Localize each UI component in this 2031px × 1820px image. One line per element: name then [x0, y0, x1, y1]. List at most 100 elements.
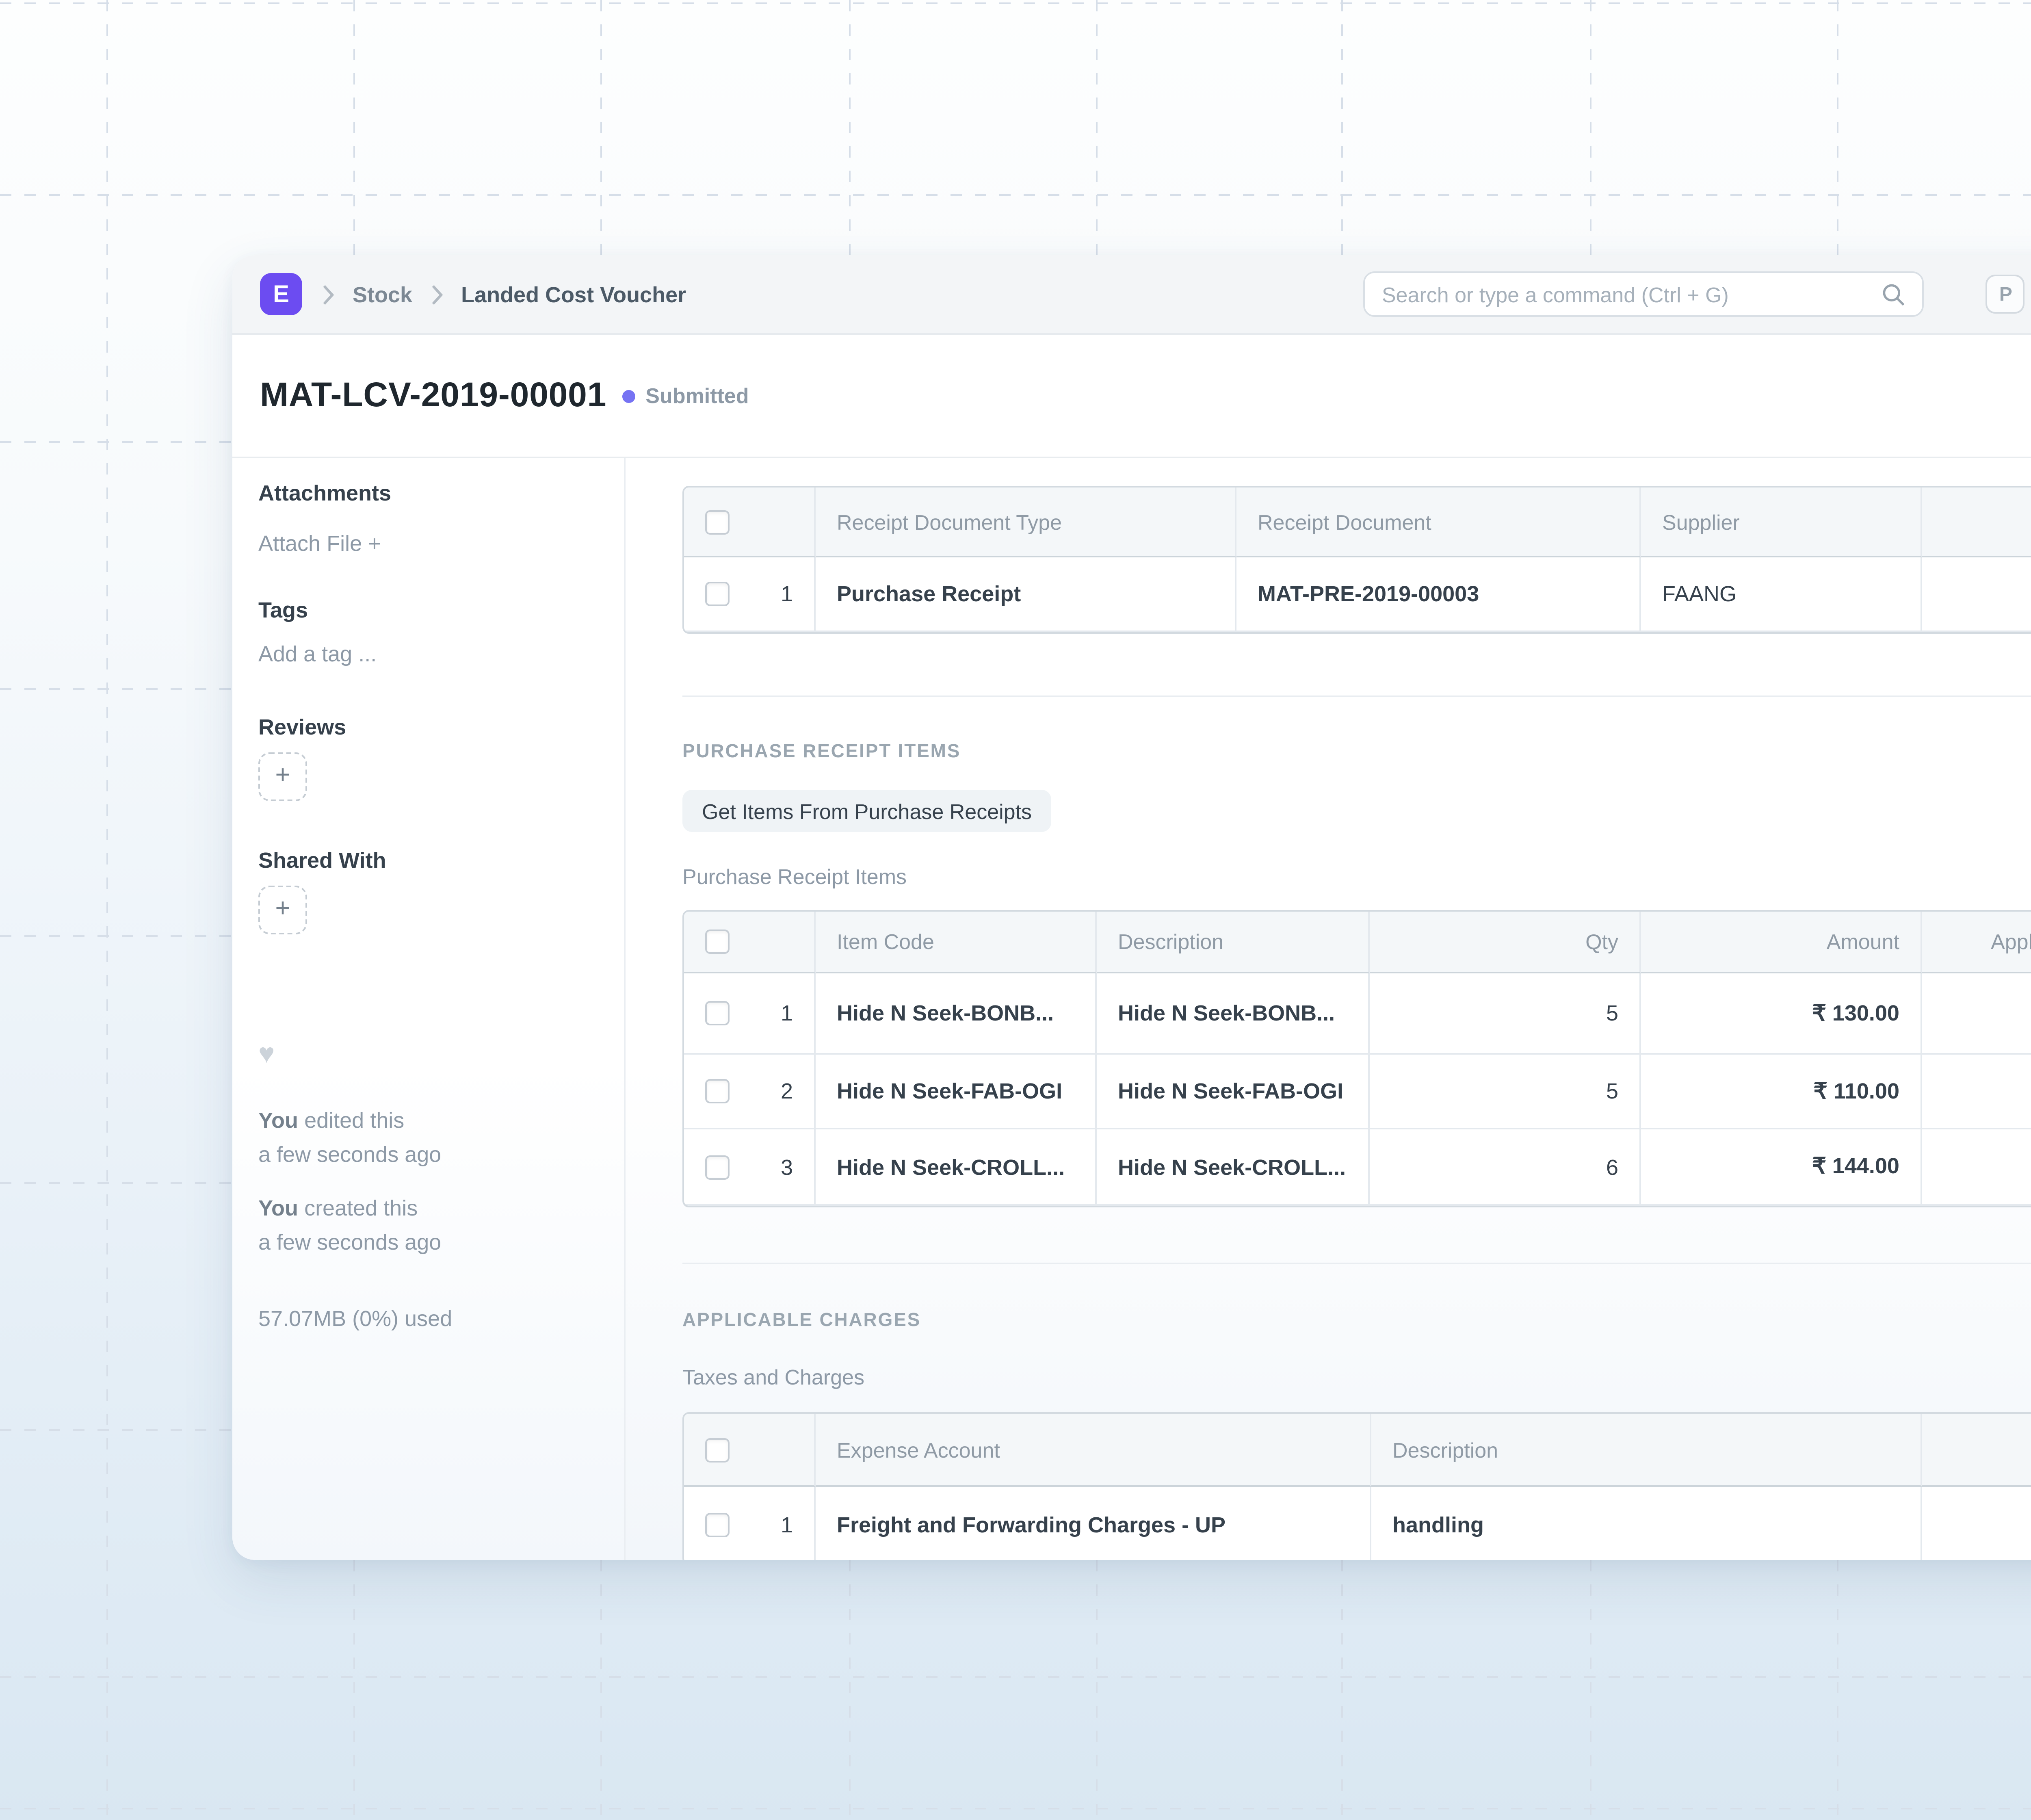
column-header: Description [1371, 1414, 1922, 1487]
storage-usage: 57.07MB (0%) used [258, 1302, 598, 1336]
page-header: MAT-LCV-2019-00001 Submitted Menu Cancel [232, 335, 2031, 458]
row-select-cell: 3 [684, 1129, 816, 1206]
activity-when: a few seconds ago [258, 1142, 441, 1167]
row-checkbox[interactable] [705, 1155, 730, 1179]
select-all-checkbox[interactable] [705, 930, 730, 954]
row-index: 2 [781, 1079, 793, 1103]
section-heading-purchase-receipt-items: PURCHASE RECEIPT ITEMS [682, 743, 2031, 762]
item-code-cell[interactable]: Hide N Seek-BONB... [816, 973, 1097, 1055]
row-checkbox[interactable] [705, 1079, 730, 1103]
form-main: Receipt Document Type Receipt Document S… [626, 458, 2031, 1560]
shared-with-heading: Shared With [258, 848, 598, 873]
desktop-background: E Stock Landed Cost Voucher P Settings [0, 0, 2031, 1820]
description-cell[interactable]: Hide N Seek-BONB... [1097, 973, 1370, 1055]
get-items-button[interactable]: Get Items From Purchase Receipts [682, 790, 1051, 832]
receipt-document-type-cell[interactable]: Purchase Receipt [816, 557, 1236, 632]
activity-action: created this [304, 1196, 418, 1220]
qty-cell[interactable]: 5 [1370, 1055, 1641, 1129]
column-header: Expense Account [816, 1414, 1371, 1487]
row-select-cell: 2 [684, 1055, 816, 1129]
select-all-cell [684, 1414, 816, 1487]
activity-action: edited this [304, 1108, 404, 1133]
receipt-documents-table: Receipt Document Type Receipt Document S… [682, 486, 2031, 634]
row-select-cell: 1 [684, 973, 816, 1055]
navbar: E Stock Landed Cost Voucher P Settings [232, 255, 2031, 335]
column-header: Receipt Document Type [816, 488, 1236, 557]
column-header: Grand Total [1922, 488, 2031, 557]
item-code-cell[interactable]: Hide N Seek-FAB-OGI [816, 1055, 1097, 1129]
row-checkbox[interactable] [705, 1512, 730, 1536]
form-sidebar: Attachments Attach File + Tags Add a tag… [232, 458, 626, 1560]
add-review-button[interactable]: + [258, 752, 307, 801]
receipt-document-cell[interactable]: MAT-PRE-2019-00003 [1236, 557, 1641, 632]
search-input[interactable] [1382, 282, 1882, 306]
description-cell[interactable]: Hide N Seek-CROLL... [1097, 1129, 1370, 1206]
section-heading-applicable-charges: APPLICABLE CHARGES [682, 1311, 2031, 1331]
column-header: Item Code [816, 912, 1097, 973]
user-avatar[interactable]: P [1986, 275, 2025, 314]
add-tag-link[interactable]: Add a tag ... [258, 642, 598, 666]
select-all-checkbox[interactable] [705, 509, 730, 534]
row-index: 1 [781, 1001, 793, 1025]
purchase-receipt-items-label: Purchase Receipt Items [682, 864, 2031, 889]
section-divider [682, 1263, 2031, 1264]
taxes-and-charges-label: Taxes and Charges [682, 1365, 2031, 1389]
attachments-heading: Attachments [258, 481, 598, 505]
row-checkbox[interactable] [705, 1001, 730, 1025]
amount-cell[interactable]: ₹ 110.00 [1641, 1055, 1922, 1129]
status-indicator-dot [623, 389, 636, 402]
activity-actor: You [258, 1108, 298, 1133]
column-header: Description [1097, 912, 1370, 973]
page-body: Attachments Attach File + Tags Add a tag… [232, 458, 2031, 1560]
row-checkbox[interactable] [705, 582, 730, 606]
amount-cell[interactable]: ₹ 144.00 [1641, 1129, 1922, 1206]
navbar-right: P Settings Help [1364, 271, 2031, 317]
row-index: 1 [781, 1512, 793, 1536]
applicable-charges-cell[interactable]: ₹ 10.50 [1922, 1129, 2031, 1206]
taxes-and-charges-table: Expense Account Description Amount 1 Fre… [682, 1412, 2031, 1560]
purchase-receipt-items-table: Item Code Description Qty Amount Applica… [682, 910, 2031, 1207]
qty-cell[interactable]: 5 [1370, 973, 1641, 1055]
like-heart-icon[interactable]: ♥ [258, 1040, 598, 1068]
supplier-cell[interactable]: FAANG [1641, 557, 1922, 632]
chevron-right-icon [430, 284, 443, 305]
activity-when: a few seconds ago [258, 1230, 441, 1254]
reviews-heading: Reviews [258, 715, 598, 739]
breadcrumb-item-stock[interactable]: Stock [353, 282, 412, 306]
app-window: E Stock Landed Cost Voucher P Settings [232, 255, 2031, 1560]
breadcrumb: Stock Landed Cost Voucher [322, 282, 686, 306]
global-search [1364, 271, 1925, 317]
grand-total-cell[interactable]: ₹ 384.00 [1922, 557, 2031, 632]
select-all-cell [684, 488, 816, 557]
status-label: Submitted [645, 384, 749, 408]
select-all-cell [684, 912, 816, 973]
applicable-charges-cell[interactable]: ₹ 8.75 [1922, 1055, 2031, 1129]
row-select-cell: 1 [684, 557, 816, 632]
expense-account-cell[interactable]: Freight and Forwarding Charges - UP [816, 1487, 1371, 1560]
column-header: Amount [1922, 1414, 2031, 1487]
section-divider [682, 696, 2031, 697]
description-cell[interactable]: Hide N Seek-FAB-OGI [1097, 1055, 1370, 1129]
charge-amount-cell[interactable]: ₹ 28.00 [1922, 1487, 2031, 1560]
amount-cell[interactable]: ₹ 130.00 [1641, 973, 1922, 1055]
attach-file-link[interactable]: Attach File + [258, 531, 598, 556]
column-header: Supplier [1641, 488, 1922, 557]
activity-created: You created this a few seconds ago [258, 1191, 598, 1259]
status-badge: Submitted [623, 384, 749, 408]
item-code-cell[interactable]: Hide N Seek-CROLL... [816, 1129, 1097, 1206]
select-all-checkbox[interactable] [705, 1437, 730, 1462]
app-logo[interactable]: E [260, 273, 302, 315]
chevron-right-icon [322, 284, 335, 305]
column-header: Amount [1641, 912, 1922, 973]
row-index: 1 [781, 582, 793, 606]
qty-cell[interactable]: 6 [1370, 1129, 1641, 1206]
applicable-charges-cell[interactable]: ₹ 8.75 [1922, 973, 2031, 1055]
tags-heading: Tags [258, 598, 598, 622]
column-header: Qty [1370, 912, 1641, 973]
search-icon [1882, 282, 1907, 306]
row-select-cell: 1 [684, 1487, 816, 1560]
add-share-button[interactable]: + [258, 886, 307, 934]
charge-description-cell[interactable]: handling [1371, 1487, 1922, 1560]
breadcrumb-item-landed-cost-voucher[interactable]: Landed Cost Voucher [461, 282, 686, 306]
activity-actor: You [258, 1196, 298, 1220]
